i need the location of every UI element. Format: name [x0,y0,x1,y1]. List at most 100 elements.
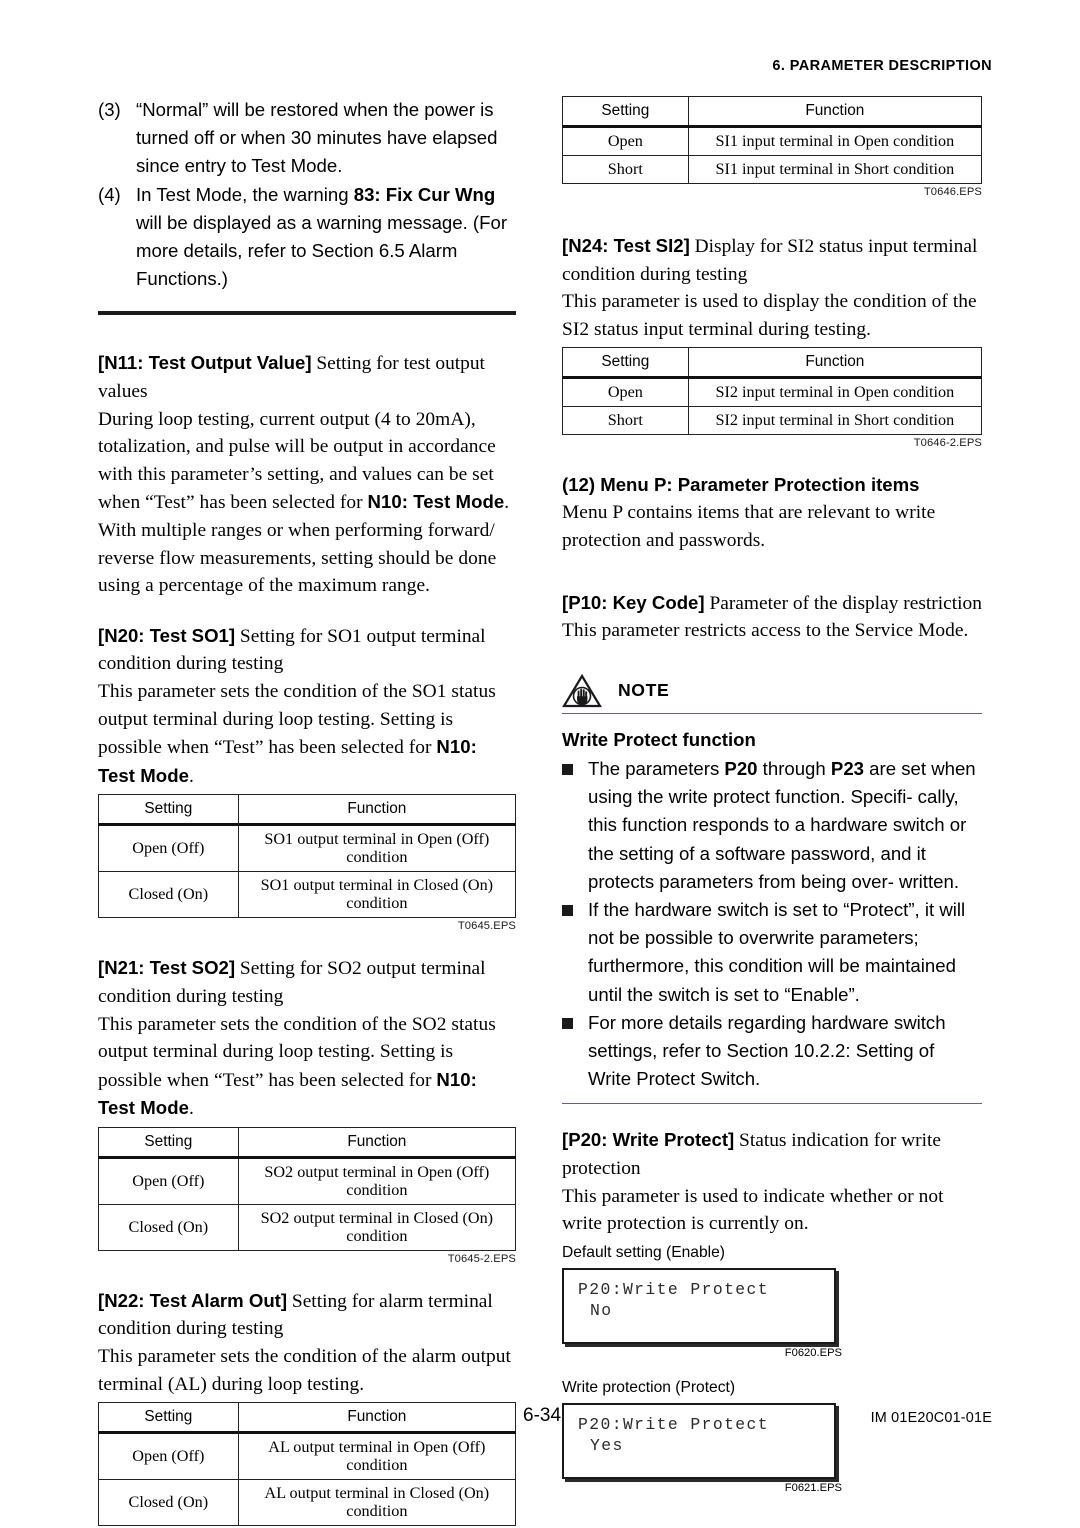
param-n20-tag: [N20: Test SO1] [98,624,236,646]
param-n11-heading: [N11: Test Output Value] Setting for tes… [98,349,516,405]
left-column: (3) “Normal” will be restored when the p… [98,96,517,1528]
param-n24-body: This parameter is used to display the co… [562,291,977,340]
lcd-display: P20:Write Protect Yes [562,1402,836,1479]
lcd-figure-protect: Write protection (Protect) P20:Write Pro… [562,1377,982,1494]
warning-code: 83: Fix Cur Wng [353,183,496,205]
table-cell: SI2 input terminal in Open condition [687,377,983,408]
table-header-cell: Setting [98,1402,239,1435]
table-header-cell: Setting [562,96,689,128]
table-header-cell: Function [687,347,983,380]
param-n21-body: This parameter sets the condition of the… [98,1011,516,1123]
table-header-cell: Function [237,1126,517,1159]
param-n24-tag: [N24: Test SI2] [562,235,690,256]
note-body: Write Protect function The parameters P2… [562,714,982,1094]
param-n24-heading: [N24: Test SI2] Display for SI2 status i… [562,232,982,288]
param-p20-tag: [P20: Write Protect] [562,1129,735,1151]
menu-p-heading: (12) Menu P: Parameter Protection items [562,474,920,496]
param-n22-heading: [N22: Test Alarm Out] Setting for alarm … [98,1287,516,1343]
note-subheading: Write Protect function [562,728,756,750]
footer-document-code: IM 01E20C01-01E [870,1410,992,1426]
param-n23-table: Setting Function Open SI1 input terminal… [562,96,983,184]
param-p20-heading: [P20: Write Protect] Status indication f… [562,1126,982,1182]
param-n24-table: Setting Function Open SI2 input terminal… [562,347,983,436]
table-cell: SO2 output terminal in Closed (On) condi… [237,1203,517,1251]
param-n20-table: Setting Function Open (Off) SO1 output t… [98,794,517,919]
figure-id-label: T0645.EPS [457,920,516,933]
lcd-display: P20:Write Protect No [562,1267,836,1344]
lcd-line-1: P20:Write Protect [578,1279,770,1299]
table-cell: SO2 output terminal in Open (Off) condit… [237,1156,517,1205]
running-header: 6. PARAMETER DESCRIPTION [772,58,992,74]
lcd-figure-default: Default setting (Enable) P20:Write Prote… [562,1242,982,1359]
table-cell: Closed (On) [98,1479,239,1527]
footer-page-number: 6-34 [523,1405,562,1426]
table-header-cell: Function [237,794,517,827]
figure-id-label: F0620.EPS [784,1346,842,1359]
bullet-part-1: The parameters [588,757,725,779]
table-cell: AL output terminal in Open (Off) conditi… [237,1432,517,1481]
numbered-list: (3) “Normal” will be restored when the p… [98,96,516,293]
lcd-line-2: Yes [590,1435,624,1455]
lcd-figure-caption: Write protection (Protect) [562,1378,736,1396]
table-cell: Short [562,155,689,184]
param-ref-p23: P23 [830,757,865,779]
table-header-row: Setting Function [98,1126,517,1159]
list-marker: (3) [98,99,121,120]
table-cell: AL output terminal in Closed (On) condit… [237,1479,517,1527]
note-bullet-text: For more details regarding hardware swit… [588,1011,946,1090]
table-row: Closed (On) AL output terminal in Closed… [98,1479,517,1527]
table-row: Open (Off) SO2 output terminal in Open (… [98,1156,517,1205]
table-cell: SI1 input terminal in Short condition [687,155,983,184]
param-n23-table-wrap: Setting Function Open SI1 input terminal… [562,96,983,198]
right-column: Setting Function Open SI1 input terminal… [562,96,983,1494]
param-p10-heading: [P10: Key Code] Parameter of the display… [562,589,982,618]
document-page: 6. PARAMETER DESCRIPTION (3) “Normal” wi… [0,0,1080,1528]
table-row: Short SI1 input terminal in Short condit… [562,155,983,184]
table-header-row: Setting Function [562,347,983,380]
figure-id-label: F0621.EPS [784,1481,842,1494]
param-n21-heading: [N21: Test SO2] Setting for SO2 output t… [98,954,516,1010]
param-n21-tag: [N21: Test SO2] [98,957,236,979]
param-n24-table-wrap: Setting Function Open SI2 input terminal… [562,347,983,449]
note-bullet: For more details regarding hardware swit… [562,1009,982,1094]
param-n22-tag: [N22: Test Alarm Out] [98,1289,288,1311]
list-marker: (4) [98,183,121,205]
param-p10-body: This parameter restricts access to the S… [562,620,969,642]
table-cell: SI2 input terminal in Short condition [687,406,983,436]
table-cell: Open [562,377,689,408]
square-bullet-icon [562,755,588,775]
param-n22-table: Setting Function Open (Off) AL output te… [98,1402,517,1527]
table-cell: Open (Off) [98,1156,239,1205]
note-title: NOTE [618,680,670,701]
param-n11-tag: [N11: Test Output Value] [98,352,312,374]
table-header-row: Setting Function [562,96,983,128]
table-header-row: Setting Function [98,794,517,827]
table-cell: SO1 output terminal in Open (Off) condit… [237,824,517,873]
lcd-line-1: P20:Write Protect [578,1414,770,1434]
note-box: NOTE Write Protect function The paramete… [562,673,982,1105]
param-n20-body: This parameter sets the condition of the… [98,678,516,790]
param-p20-body: This parameter is used to indicate wheth… [562,1185,944,1235]
table-cell: SI1 input terminal in Open condition [687,126,983,156]
list-text: “Normal” will be restored when the power… [136,99,498,177]
table-row: Short SI2 input terminal in Short condit… [562,406,983,436]
table-header-cell: Setting [562,347,689,380]
note-bullet: The parameters P20 through P23 are set w… [562,755,982,896]
param-p10-desc: Parameter of the display restriction [704,592,982,614]
table-cell: Short [562,406,689,436]
table-row: Open SI2 input terminal in Open conditio… [562,377,983,408]
param-ref-p20: P20 [724,757,758,779]
table-header-cell: Setting [98,794,239,827]
param-p10-tag: [P10: Key Code] [562,591,705,613]
list-item: (3) “Normal” will be restored when the p… [98,96,516,181]
table-row: Closed (On) SO1 output terminal in Close… [98,871,517,919]
list-item: (4) In Test Mode, the warning 83: Fix Cu… [98,181,516,294]
table-cell: Open [562,126,689,156]
table-cell: Closed (On) [98,1203,239,1251]
param-n21-table-wrap: Setting Function Open (Off) SO2 output t… [98,1126,517,1265]
table-header-cell: Setting [98,1126,239,1159]
list-text: In Test Mode, the warning 83: Fix Cur Wn… [136,181,516,294]
menu-p-body: Menu P contains items that are relevant … [562,502,936,551]
table-row: Closed (On) SO2 output terminal in Close… [98,1203,517,1251]
table-row: Open (Off) AL output terminal in Open (O… [98,1432,517,1481]
